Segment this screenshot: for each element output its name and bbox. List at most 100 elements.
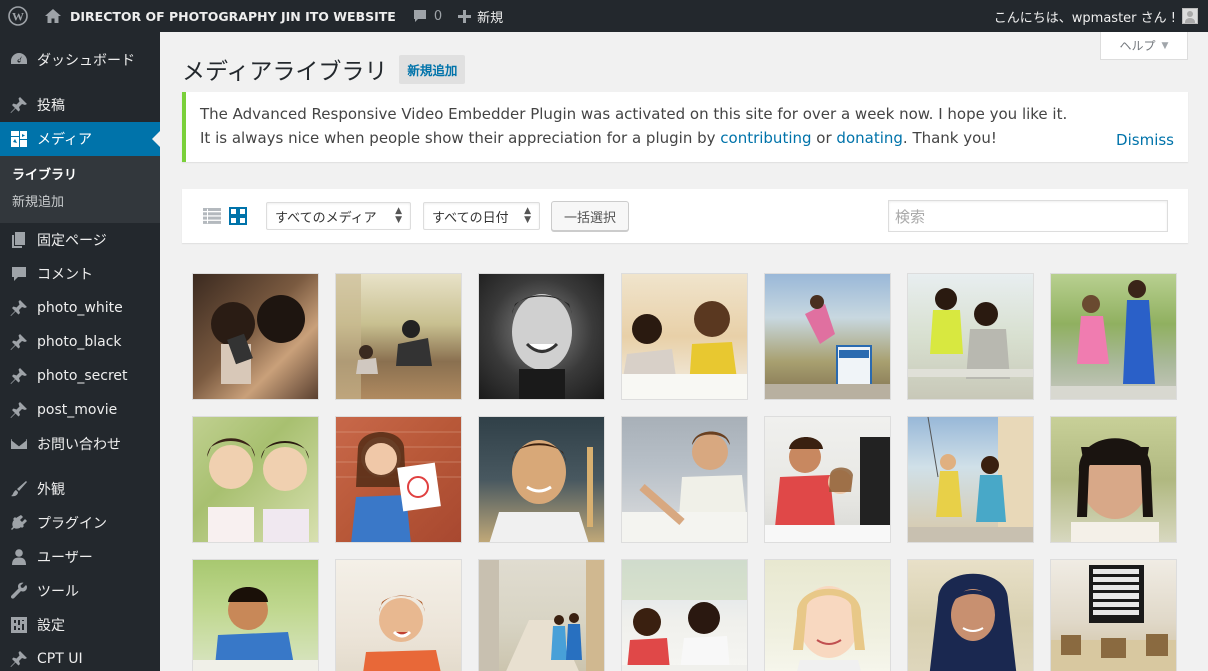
help-label: ヘルプ <box>1119 39 1156 53</box>
menu-appearance[interactable]: 外観 <box>0 472 160 506</box>
menu-tools[interactable]: ツール <box>0 574 160 608</box>
menu-post-movie[interactable]: post_movie <box>0 393 160 427</box>
menu-users[interactable]: ユーザー <box>0 540 160 574</box>
help-tab-button[interactable]: ヘルプ ▼ <box>1100 32 1188 60</box>
caret-down-icon: ▼ <box>1161 40 1169 51</box>
media-thumbnail[interactable] <box>192 416 319 543</box>
notice-line-1: The Advanced Responsive Video Embedder P… <box>200 105 1068 123</box>
date-select[interactable]: すべての日付 ▲ ▼ <box>423 202 540 230</box>
plugin-notice: The Advanced Responsive Video Embedder P… <box>182 92 1188 162</box>
comments-link[interactable]: 0 <box>404 0 450 32</box>
page-icon <box>9 230 29 250</box>
notice-text: or <box>811 129 837 147</box>
mail-icon <box>9 434 29 454</box>
search-input[interactable]: 検索 <box>888 200 1168 232</box>
menu-posts[interactable]: 投稿 <box>0 88 160 122</box>
menu-contact[interactable]: お問い合わせ <box>0 427 160 461</box>
my-account-link[interactable]: こんにちは、wpmaster さん ! <box>986 0 1208 32</box>
media-thumbnail[interactable] <box>335 559 462 671</box>
menu-label: プラグイン <box>37 516 107 532</box>
media-thumbnail[interactable] <box>907 273 1034 400</box>
pin-icon <box>9 366 29 386</box>
menu-photo-black[interactable]: photo_black <box>0 325 160 359</box>
menu-label: photo_secret <box>37 368 128 384</box>
new-content-link[interactable]: 新規 <box>450 0 511 32</box>
menu-label: photo_white <box>37 300 123 316</box>
media-thumbnail[interactable] <box>1050 416 1177 543</box>
brush-icon <box>9 479 29 499</box>
comment-icon <box>413 10 426 22</box>
media-thumbnail[interactable] <box>335 416 462 543</box>
media-thumbnail[interactable] <box>907 416 1034 543</box>
donating-link[interactable]: donating <box>836 129 902 147</box>
home-icon <box>45 9 61 23</box>
wordpress-logo-icon[interactable]: W <box>0 0 36 32</box>
pin-icon <box>9 332 29 352</box>
dashboard-icon <box>9 50 29 70</box>
menu-label: ダッシュボード <box>37 53 135 69</box>
media-thumbnail[interactable] <box>621 273 748 400</box>
user-icon <box>9 547 29 567</box>
media-type-select[interactable]: すべてのメディア ▲ ▼ <box>266 202 411 230</box>
media-icon <box>9 129 29 149</box>
media-grid <box>192 273 1177 671</box>
pin-icon <box>9 649 29 669</box>
menu-label: post_movie <box>37 402 118 418</box>
menu-label: 固定ページ <box>37 233 107 249</box>
menu-photo-white[interactable]: photo_white <box>0 291 160 325</box>
select-value: すべてのメディア <box>275 210 377 226</box>
media-thumbnail[interactable] <box>764 273 891 400</box>
select-arrows-icon: ▲ ▼ <box>395 206 402 225</box>
grid-view-icon[interactable] <box>228 206 248 226</box>
menu-media[interactable]: メディア <box>0 122 160 156</box>
media-thumbnail[interactable] <box>192 559 319 671</box>
submenu-add-new[interactable]: 新規追加 <box>0 189 160 216</box>
media-thumbnail[interactable] <box>621 416 748 543</box>
select-arrows-icon: ▲ ▼ <box>524 206 531 225</box>
menu-label: ツール <box>37 584 79 600</box>
menu-label: メディア <box>37 132 93 148</box>
submenu-library[interactable]: ライブラリ <box>0 162 160 189</box>
menu-dashboard[interactable]: ダッシュボード <box>0 43 160 77</box>
site-name-link[interactable]: DIRECTOR OF PHOTOGRAPHY JIN ITO WEBSITE <box>36 0 404 32</box>
media-thumbnail[interactable] <box>1050 559 1177 671</box>
add-new-button[interactable]: 新規追加 <box>399 54 466 84</box>
media-thumbnail[interactable] <box>335 273 462 400</box>
media-thumbnail[interactable] <box>621 559 748 671</box>
dismiss-link[interactable]: Dismiss <box>1116 128 1174 152</box>
svg-text:W: W <box>12 10 24 24</box>
media-thumbnail[interactable] <box>764 559 891 671</box>
site-name: DIRECTOR OF PHOTOGRAPHY JIN ITO WEBSITE <box>70 8 396 24</box>
menu-cpt-ui[interactable]: CPT UI <box>0 642 160 671</box>
plus-icon <box>458 9 472 23</box>
pin-icon <box>9 400 29 420</box>
media-thumbnail[interactable] <box>907 559 1034 671</box>
contributing-link[interactable]: contributing <box>720 129 811 147</box>
media-thumbnail[interactable] <box>192 273 319 400</box>
menu-settings[interactable]: 設定 <box>0 608 160 642</box>
media-thumbnail[interactable] <box>1050 273 1177 400</box>
greeting: こんにちは、wpmaster さん ! <box>993 10 1176 26</box>
bulk-select-button[interactable]: 一括選択 <box>551 201 630 231</box>
menu-plugins[interactable]: プラグイン <box>0 506 160 540</box>
pin-icon <box>9 95 29 115</box>
media-thumbnail[interactable] <box>478 559 605 671</box>
notice-text: It is always nice when people show their… <box>200 129 721 147</box>
search-placeholder: 検索 <box>895 207 926 226</box>
menu-photo-secret[interactable]: photo_secret <box>0 359 160 393</box>
menu-label: 設定 <box>37 618 65 634</box>
avatar <box>1182 8 1198 24</box>
menu-label: photo_black <box>37 334 122 350</box>
wrench-icon <box>9 581 29 601</box>
notice-text: . Thank you! <box>902 129 997 147</box>
new-label: 新規 <box>477 10 504 26</box>
admin-bar: W DIRECTOR OF PHOTOGRAPHY JIN ITO WEBSIT… <box>0 0 1208 32</box>
media-thumbnail[interactable] <box>478 416 605 543</box>
menu-comments[interactable]: コメント <box>0 257 160 291</box>
media-thumbnail[interactable] <box>478 273 605 400</box>
list-view-icon[interactable] <box>202 206 222 226</box>
settings-icon <box>9 615 29 635</box>
menu-pages[interactable]: 固定ページ <box>0 223 160 257</box>
media-thumbnail[interactable] <box>764 416 891 543</box>
menu-label: 外観 <box>37 482 65 498</box>
